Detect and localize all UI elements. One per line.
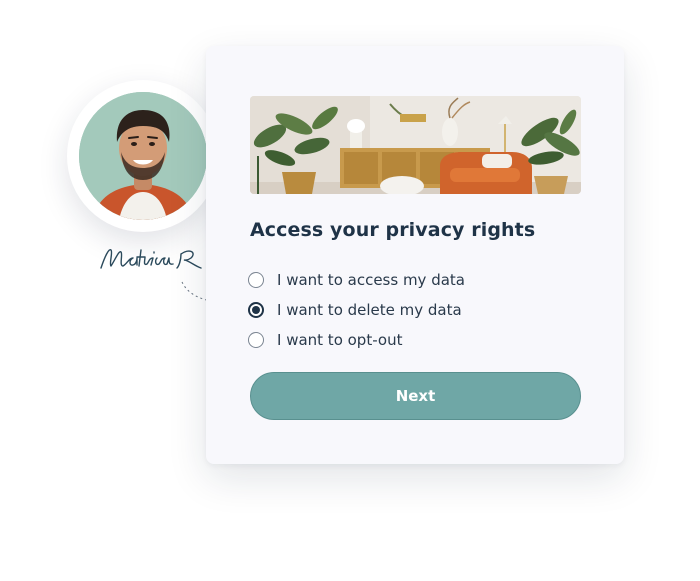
page-title: Access your privacy rights xyxy=(250,219,536,241)
radio-unchecked-icon[interactable] xyxy=(248,272,264,288)
hero-image xyxy=(250,96,581,194)
radio-checked-icon[interactable] xyxy=(248,302,264,318)
signature-image xyxy=(100,249,202,269)
person-avatar-icon xyxy=(79,92,207,220)
avatar xyxy=(79,92,207,220)
option-label: I want to opt-out xyxy=(277,331,403,349)
option-access-data[interactable]: I want to access my data xyxy=(248,265,568,295)
privacy-card: Access your privacy rights I want to acc… xyxy=(206,46,624,464)
option-delete-data[interactable]: I want to delete my data xyxy=(248,295,568,325)
privacy-options: I want to access my data I want to delet… xyxy=(248,265,568,355)
option-opt-out[interactable]: I want to opt-out xyxy=(248,325,568,355)
option-label: I want to access my data xyxy=(277,271,465,289)
living-room-photo-icon xyxy=(250,96,581,194)
next-button[interactable]: Next xyxy=(250,372,581,420)
option-label: I want to delete my data xyxy=(277,301,462,319)
radio-unchecked-icon[interactable] xyxy=(248,332,264,348)
